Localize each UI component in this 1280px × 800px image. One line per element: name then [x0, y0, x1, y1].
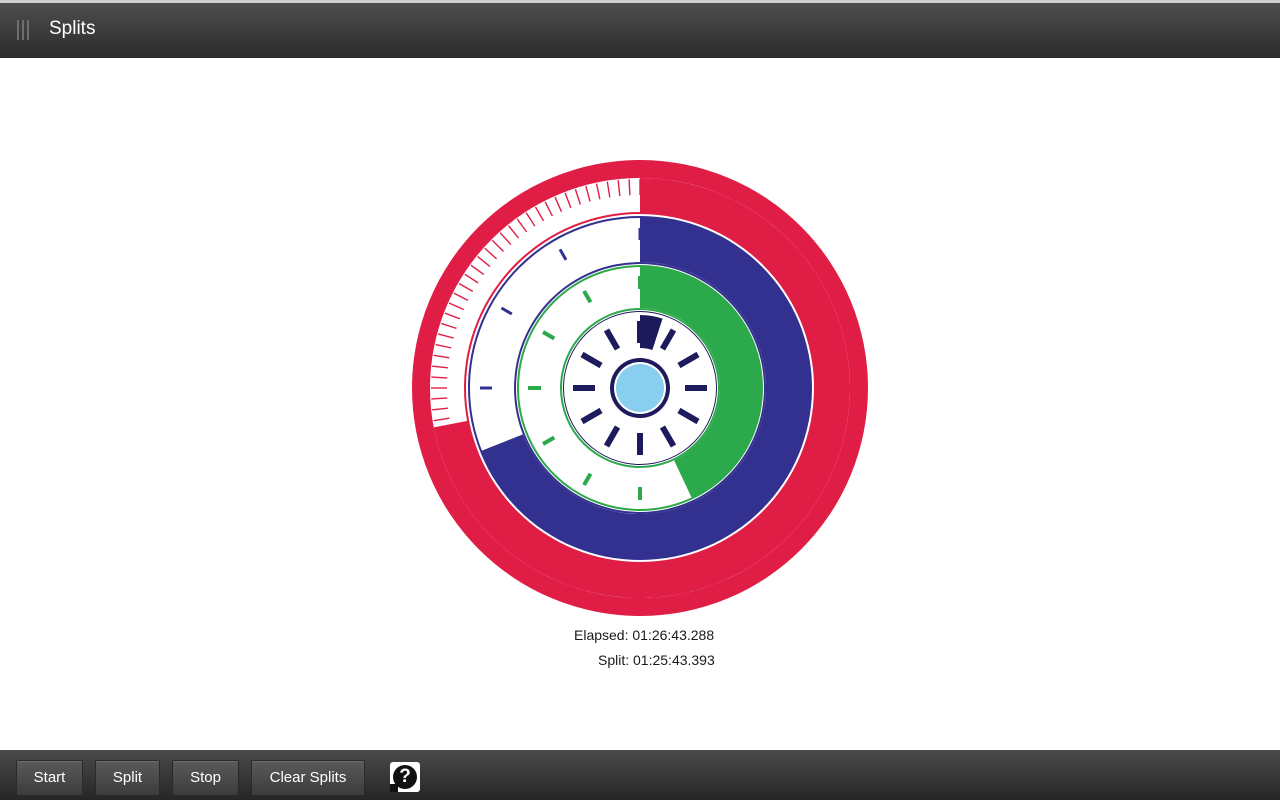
center-hub: [616, 364, 664, 412]
app-title: Splits: [49, 18, 96, 39]
start-button[interactable]: Start: [16, 760, 83, 796]
clear-splits-button[interactable]: Clear Splits: [251, 760, 365, 796]
outer-tick: [628, 179, 631, 196]
help-button[interactable]: ?: [390, 762, 422, 794]
outer-tick: [431, 376, 448, 379]
stop-button[interactable]: Stop: [172, 760, 239, 796]
split-time: Split: 01:25:43.393: [598, 652, 715, 668]
stopwatch-dial: [412, 160, 868, 616]
main-content: Elapsed: 01:26:43.288 Split: 01:25:43.39…: [0, 58, 1280, 750]
question-mark-icon: ?: [393, 765, 417, 789]
bottom-toolbar: Start Split Stop Clear Splits ?: [0, 750, 1280, 800]
drag-handle-icon[interactable]: [17, 20, 31, 40]
split-button[interactable]: Split: [95, 760, 160, 796]
outer-tick: [431, 397, 448, 400]
title-bar: Splits: [0, 0, 1280, 58]
elapsed-time: Elapsed: 01:26:43.288: [574, 627, 715, 643]
